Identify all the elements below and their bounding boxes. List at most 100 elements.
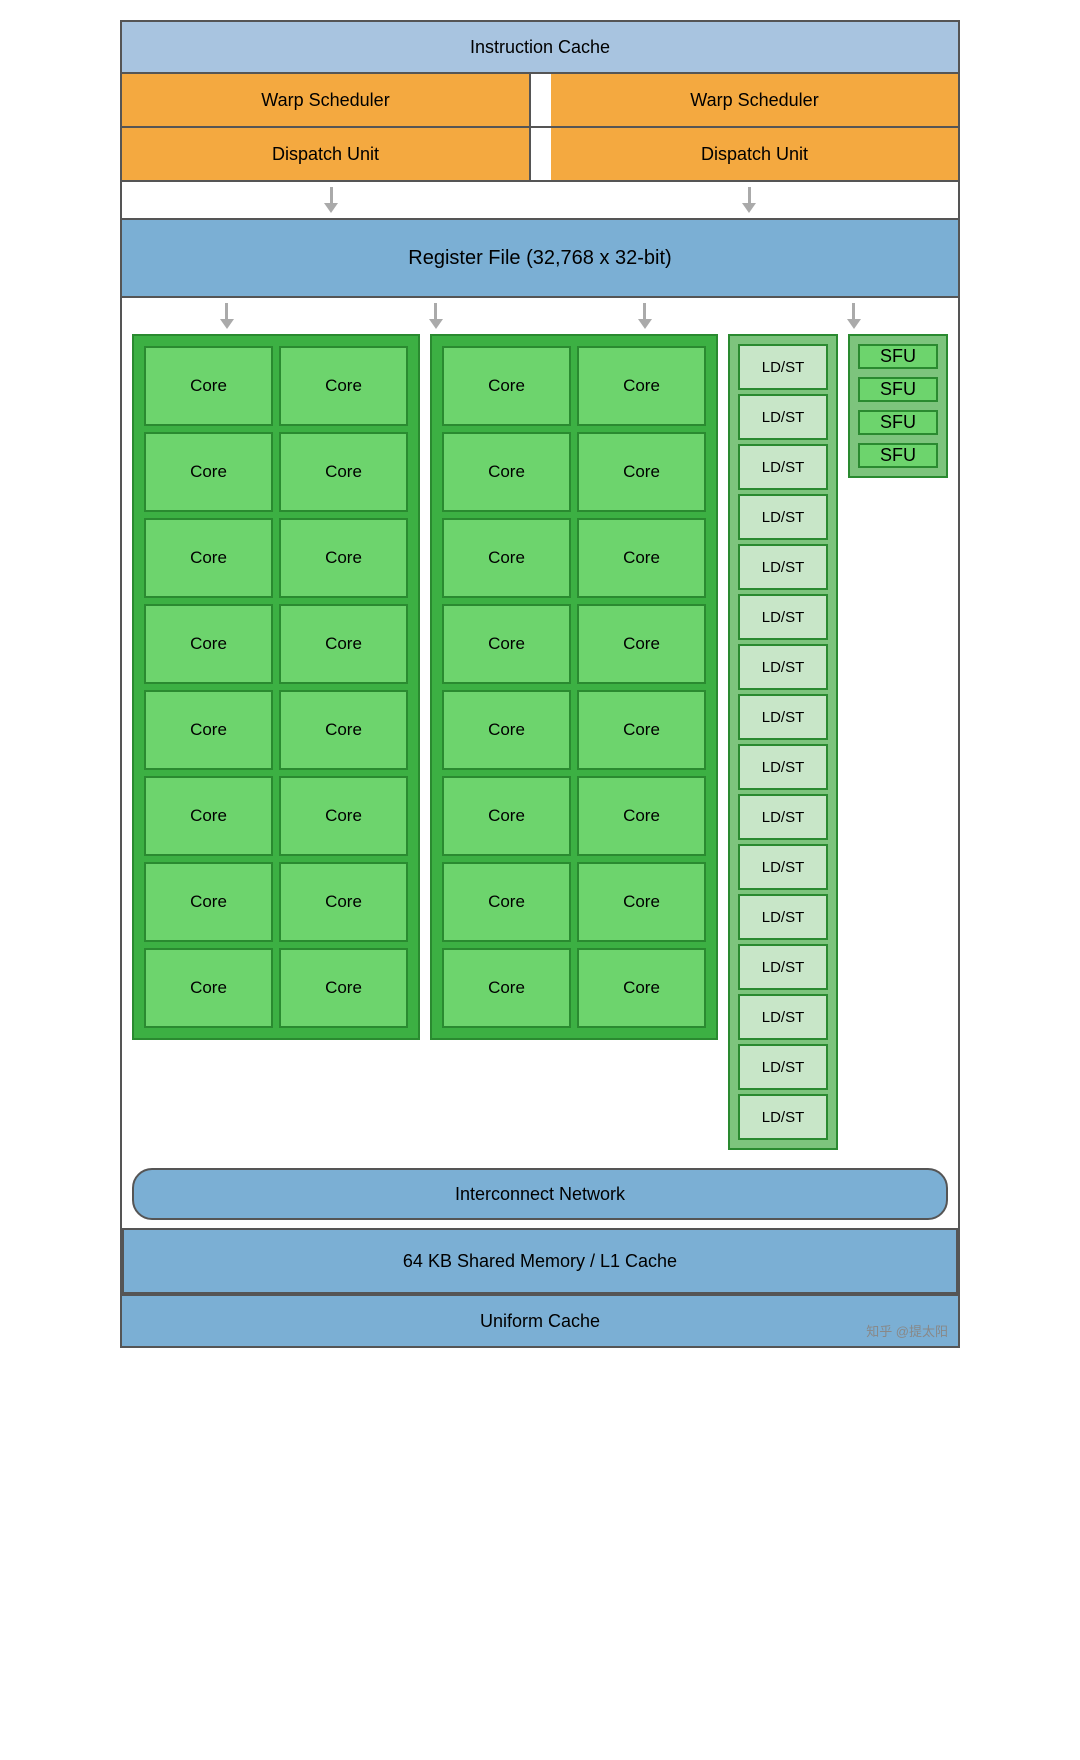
arrows-to-register <box>122 182 958 218</box>
ldst-label: LD/ST <box>762 909 805 926</box>
sfu-label: SFU <box>880 445 916 466</box>
arrow-5 <box>638 303 652 329</box>
core-row-2-4: Core Core <box>442 604 706 684</box>
watermark: 知乎 @提太阳 <box>866 1321 948 1340</box>
core-cell: Core <box>279 346 408 426</box>
core-label: Core <box>488 548 525 568</box>
core-label: Core <box>488 376 525 396</box>
core-row-2-3: Core Core <box>442 518 706 598</box>
dispatch-spacer <box>531 128 551 180</box>
core-group-2: Core Core Core Core Core Core Core Core … <box>430 334 718 1040</box>
core-cell: Core <box>144 604 273 684</box>
ldst-cell: LD/ST <box>738 644 828 690</box>
core-cell: Core <box>577 862 706 942</box>
ldst-cell: LD/ST <box>738 444 828 490</box>
core-label: Core <box>623 892 660 912</box>
arrow-2 <box>742 187 756 213</box>
ldst-label: LD/ST <box>762 359 805 376</box>
ldst-label: LD/ST <box>762 1009 805 1026</box>
ldst-label: LD/ST <box>762 1059 805 1076</box>
core-label: Core <box>190 462 227 482</box>
core-label: Core <box>488 892 525 912</box>
core-cell: Core <box>442 690 571 770</box>
core-label: Core <box>623 978 660 998</box>
core-row-2-6: Core Core <box>442 776 706 856</box>
core-cell: Core <box>279 604 408 684</box>
ldst-cell: LD/ST <box>738 1094 828 1140</box>
core-cell: Core <box>144 862 273 942</box>
instruction-cache-label: Instruction Cache <box>470 37 610 58</box>
ldst-label: LD/ST <box>762 709 805 726</box>
core-cell: Core <box>279 776 408 856</box>
core-label: Core <box>190 376 227 396</box>
ldst-cell: LD/ST <box>738 594 828 640</box>
sfu-cell-4: SFU <box>858 443 938 468</box>
ldst-cell: LD/ST <box>738 844 828 890</box>
ldst-label: LD/ST <box>762 959 805 976</box>
ldst-cell: LD/ST <box>738 544 828 590</box>
ldst-label: LD/ST <box>762 459 805 476</box>
ldst-group: LD/ST LD/ST LD/ST LD/ST LD/ST LD/ST LD/S… <box>728 334 838 1150</box>
arrow-6 <box>847 303 861 329</box>
core-label: Core <box>488 634 525 654</box>
main-units-row: Core Core Core Core Core Core Core Core … <box>122 334 958 1160</box>
core-cell: Core <box>279 862 408 942</box>
core-label: Core <box>325 376 362 396</box>
warp-scheduler-1: Warp Scheduler <box>122 74 531 126</box>
ldst-cell: LD/ST <box>738 744 828 790</box>
core-label: Core <box>325 806 362 826</box>
core-label: Core <box>623 376 660 396</box>
ldst-cell: LD/ST <box>738 394 828 440</box>
sfu-cell-2: SFU <box>858 377 938 402</box>
sfu-label: SFU <box>880 346 916 367</box>
core-cell: Core <box>144 518 273 598</box>
core-label: Core <box>623 806 660 826</box>
core-row-1-5: Core Core <box>144 690 408 770</box>
core-row-1-2: Core Core <box>144 432 408 512</box>
ldst-cell: LD/ST <box>738 1044 828 1090</box>
core-label: Core <box>488 978 525 998</box>
core-cell: Core <box>577 776 706 856</box>
core-row-1-3: Core Core <box>144 518 408 598</box>
core-cell: Core <box>577 604 706 684</box>
core-cell: Core <box>442 604 571 684</box>
core-row-1-1: Core Core <box>144 346 408 426</box>
ldst-cell: LD/ST <box>738 994 828 1040</box>
core-cell: Core <box>577 346 706 426</box>
warp-scheduler-row: Warp Scheduler Warp Scheduler <box>122 74 958 128</box>
arrow-4 <box>429 303 443 329</box>
dispatch-unit-1: Dispatch Unit <box>122 128 531 180</box>
core-label: Core <box>190 892 227 912</box>
core-label: Core <box>325 462 362 482</box>
uniform-cache-label: Uniform Cache <box>480 1311 600 1332</box>
core-cell: Core <box>144 690 273 770</box>
core-label: Core <box>623 548 660 568</box>
core-cell: Core <box>442 518 571 598</box>
ldst-label: LD/ST <box>762 509 805 526</box>
instruction-cache: Instruction Cache <box>122 22 958 74</box>
diagram-wrapper: Instruction Cache Warp Scheduler Warp Sc… <box>120 20 960 1348</box>
core-row-2-7: Core Core <box>442 862 706 942</box>
core-group-1: Core Core Core Core Core Core Core Core … <box>132 334 420 1040</box>
core-label: Core <box>623 720 660 740</box>
core-cell: Core <box>279 690 408 770</box>
core-cell: Core <box>144 346 273 426</box>
core-cell: Core <box>279 432 408 512</box>
shared-memory-label: 64 KB Shared Memory / L1 Cache <box>403 1251 677 1272</box>
core-cell: Core <box>442 862 571 942</box>
ldst-cell: LD/ST <box>738 694 828 740</box>
core-row-2-1: Core Core <box>442 346 706 426</box>
core-row-1-8: Core Core <box>144 948 408 1028</box>
interconnect-network-label: Interconnect Network <box>455 1184 625 1205</box>
core-label: Core <box>325 720 362 740</box>
register-file: Register File (32,768 x 32-bit) <box>122 218 958 298</box>
core-cell: Core <box>577 948 706 1028</box>
core-label: Core <box>190 806 227 826</box>
core-row-2-5: Core Core <box>442 690 706 770</box>
sfu-cell-1: SFU <box>858 344 938 369</box>
core-row-1-6: Core Core <box>144 776 408 856</box>
core-label: Core <box>190 720 227 740</box>
ldst-label: LD/ST <box>762 659 805 676</box>
sfu-group: SFU SFU SFU SFU <box>848 334 948 478</box>
register-file-label: Register File (32,768 x 32-bit) <box>408 247 671 270</box>
